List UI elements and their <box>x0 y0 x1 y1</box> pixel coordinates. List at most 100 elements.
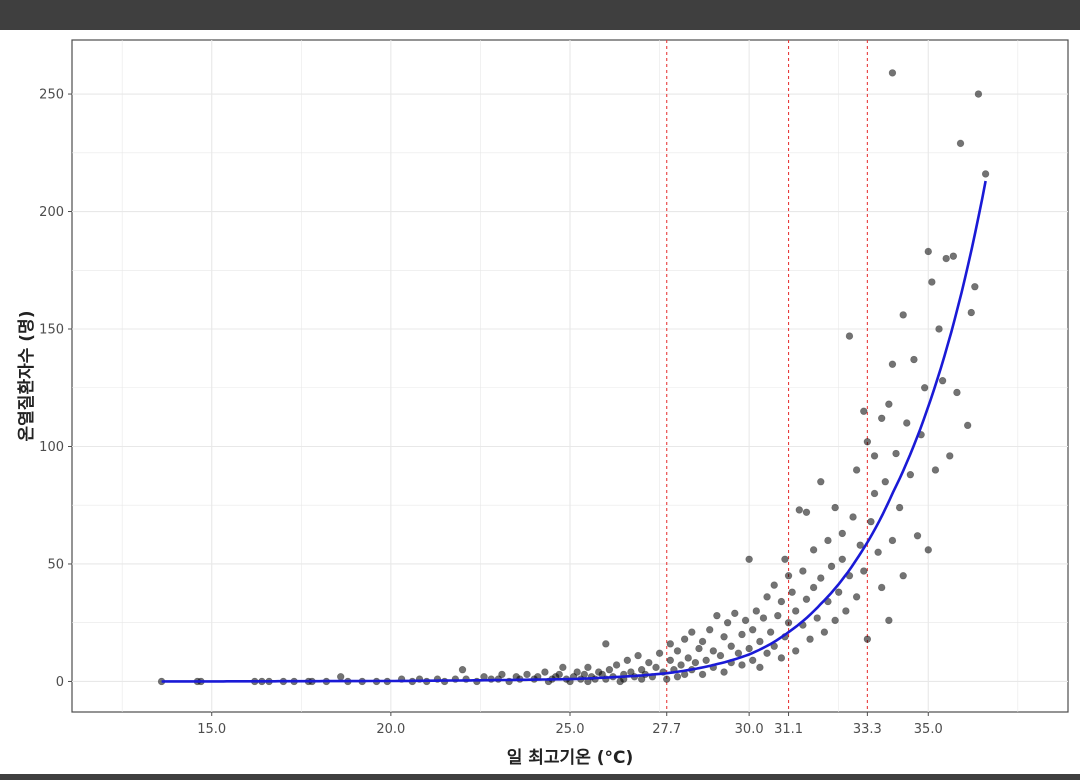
data-point <box>863 438 872 446</box>
data-point <box>738 630 746 639</box>
data-point <box>763 593 771 601</box>
data-point <box>337 673 345 681</box>
data-point <box>974 90 983 98</box>
data-point <box>766 628 775 636</box>
data-point <box>849 513 857 521</box>
data-point <box>845 332 854 340</box>
data-point <box>756 637 764 646</box>
data-point <box>612 661 621 669</box>
y-axis-title: 온열질환자수 (명) <box>16 311 37 442</box>
data-point <box>688 628 696 636</box>
data-point <box>888 69 897 77</box>
data-point <box>695 644 703 653</box>
data-point <box>673 647 682 655</box>
data-point <box>555 670 563 679</box>
data-point <box>870 489 879 498</box>
data-point <box>698 670 707 679</box>
data-point <box>749 626 757 634</box>
data-point <box>709 647 718 655</box>
data-point <box>809 583 818 592</box>
data-point <box>967 308 975 317</box>
data-point <box>924 247 932 256</box>
data-point <box>720 633 728 641</box>
data-point <box>680 635 689 643</box>
data-point <box>903 419 911 427</box>
data-point <box>713 611 721 620</box>
data-point <box>799 567 807 575</box>
data-point <box>655 649 664 657</box>
y-tick-label: 200 <box>39 205 64 220</box>
y-axis-ticks: 0 50 100 150 200 250 <box>39 88 72 690</box>
data-point <box>580 670 589 679</box>
data-point <box>888 536 897 545</box>
data-point <box>946 452 954 460</box>
data-point <box>745 644 753 653</box>
window-bottom-bar <box>0 774 1080 780</box>
data-point <box>870 452 879 460</box>
data-point <box>784 572 793 580</box>
data-point <box>856 541 864 549</box>
data-point <box>874 548 882 556</box>
data-point <box>734 649 743 657</box>
data-point <box>971 283 979 291</box>
data-point <box>885 616 893 625</box>
data-point <box>498 670 506 679</box>
data-point <box>888 360 897 368</box>
data-point <box>838 529 846 538</box>
data-point <box>770 581 778 589</box>
data-point <box>623 656 632 665</box>
data-point <box>673 673 682 681</box>
data-point <box>802 508 811 516</box>
data-point <box>910 355 918 364</box>
x-tick-label: 20.0 <box>376 722 405 737</box>
data-point <box>852 593 861 601</box>
x-tick-label: 27.7 <box>652 722 681 737</box>
y-tick-label: 0 <box>56 675 64 690</box>
data-point <box>792 647 800 655</box>
data-point <box>806 635 814 643</box>
data-point <box>860 407 868 415</box>
data-point <box>716 651 725 660</box>
x-axis-ticks: 15.0 20.0 25.0 27.7 30.0 31.1 33.3 35.0 <box>197 712 943 737</box>
data-point <box>885 400 893 408</box>
data-point <box>723 619 732 627</box>
data-point <box>663 675 671 683</box>
data-point <box>863 635 872 643</box>
data-point <box>928 278 936 286</box>
data-point <box>777 654 786 662</box>
x-axis-title: 일 최고기온 (°C) <box>507 748 634 768</box>
data-point <box>809 546 818 554</box>
data-point <box>634 651 642 660</box>
data-point <box>892 449 900 458</box>
data-point <box>795 506 803 514</box>
data-point <box>645 658 653 667</box>
data-point <box>820 628 829 636</box>
data-point <box>817 478 825 486</box>
x-tick-label: 25.0 <box>556 722 585 737</box>
data-point <box>706 626 714 634</box>
data-point <box>835 588 843 596</box>
data-point <box>788 588 796 596</box>
data-point <box>777 597 786 606</box>
x-tick-label: 33.3 <box>853 722 882 737</box>
scatter-chart: 0 50 100 150 200 250 15.0 20.0 25.0 27.7 30.0 31.1… <box>16 39 1069 768</box>
data-point <box>913 532 922 540</box>
data-point <box>652 663 660 672</box>
data-point <box>824 536 832 545</box>
data-point <box>573 668 581 676</box>
data-point <box>784 619 793 627</box>
data-point <box>981 170 990 178</box>
y-tick-label: 150 <box>39 323 64 338</box>
data-point <box>924 546 932 554</box>
data-point <box>781 555 789 563</box>
data-point <box>541 668 549 676</box>
data-point <box>899 572 907 580</box>
data-point <box>963 421 972 430</box>
data-point <box>831 616 839 625</box>
data-point <box>741 616 750 625</box>
data-point <box>605 666 614 674</box>
data-point <box>677 661 685 669</box>
data-point <box>920 384 929 392</box>
data-point <box>953 388 961 397</box>
data-point <box>935 325 943 333</box>
